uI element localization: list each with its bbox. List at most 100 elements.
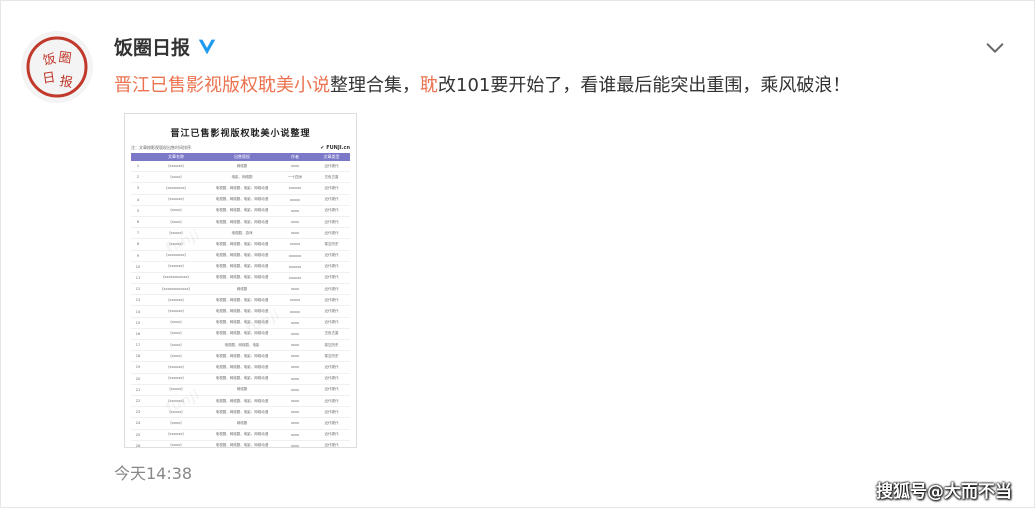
table-cell: 24: [131, 417, 145, 430]
table-cell: 近代现代: [313, 182, 350, 195]
table-row: 5 《xxxx》 电视剧、网络剧、电影、网络动漫 xxxx 近代现代: [131, 205, 350, 217]
table-cell: 近代现代: [313, 194, 350, 206]
author-name[interactable]: 饭圈日报: [114, 33, 190, 60]
table-cell: 《xxxx》: [145, 440, 207, 447]
table-cell: xxxx: [277, 373, 313, 385]
table-row: 8 《xxxxx》 电视剧、网络剧、电影、网络动漫 xxxxx 架空历史: [131, 238, 350, 251]
table-cell: 近代现代: [313, 440, 350, 447]
table-cell: 《xxxxxx》: [145, 373, 207, 385]
image-brand: ✔ FUNJI.cn: [320, 145, 350, 151]
table-cell: xxxx: [277, 328, 313, 341]
table-cell: 电视剧、游戏: [207, 227, 277, 240]
table-cell: 《xxxx》: [145, 339, 207, 352]
table-cell: 近代现代: [313, 261, 350, 273]
table-cell: 6: [131, 216, 145, 229]
table-cell: 电视剧、网络剧、电影、网络动漫: [207, 272, 277, 285]
table-cell: 电视剧、网络剧、电影、网络动漫: [207, 182, 277, 195]
table-cell: xxxx: [277, 350, 313, 363]
table-cell: 《xxxx》: [145, 417, 207, 430]
topic-link-2[interactable]: 耽: [420, 75, 438, 96]
table-cell: 网络剧: [207, 417, 277, 430]
table-cell: xxxxxx: [277, 182, 313, 195]
table-cell: 21: [131, 384, 145, 396]
table-cell: 《xxxxxx》: [145, 261, 207, 273]
table-cell: 网络剧: [207, 384, 277, 396]
verified-icon: [198, 39, 216, 54]
table-row: 13 《xxxxxx》 电视剧、网络剧、电影、网络动漫 xxxxx 近代现代: [131, 294, 350, 307]
table-cell: 架空历史: [313, 339, 350, 352]
table-cell: 近代现代: [313, 227, 350, 240]
table-header: 作者: [277, 153, 313, 161]
table-cell: 电视剧、网络剧、电影、网络动漫: [207, 361, 277, 374]
table-row: 12 《xxxxxxxxxxxx》 网络剧 xxxx 近代现代: [131, 283, 350, 296]
table-cell: 12: [131, 283, 145, 296]
table-cell: 近代现代: [313, 161, 350, 173]
table-cell: 《xxxx》: [145, 171, 207, 184]
table-cell: 近代现代: [313, 283, 350, 296]
table-cell: xxxx: [277, 205, 313, 217]
table-cell: xxxx: [277, 161, 313, 173]
avatar[interactable]: 饭 圈 日 报: [21, 31, 93, 103]
table-row: 3 《xxxxxxxx》 电视剧、网络剧、电影、网络动漫 xxxxxx 近代现代: [131, 182, 350, 195]
table-cell: 26: [131, 440, 145, 447]
topic-link[interactable]: 晋江已售影视版权耽美小说: [114, 75, 330, 96]
table-cell: 《xxxxxxxxxxxx》: [145, 283, 207, 296]
table-cell: 电影、网络剧: [207, 171, 277, 184]
table-cell: 近代现代: [313, 317, 350, 329]
table-row: 4 《xxxxxx》 电视剧、网络剧、电影、网络动漫 xxxxx 近代现代: [131, 194, 350, 206]
table-cell: 9: [131, 250, 145, 262]
table-cell: 《xxxx》: [145, 317, 207, 329]
table-cell: 电视剧、网络剧、电影、网络动漫: [207, 261, 277, 273]
table-cell: 7: [131, 227, 145, 240]
table-cell: 一十四洲: [277, 171, 313, 184]
table-cell: 电视剧、网络剧、电影、网络动漫: [207, 294, 277, 307]
table-row: 21 《xxxxx》 网络剧 xxxx 近代现代: [131, 384, 350, 396]
table-cell: 《xxxxxx》: [145, 194, 207, 206]
table-row: 11 《xxxxxxxxxxx》 电视剧、网络剧、电影、网络动漫 xxxxxx 近代现代: [131, 272, 350, 285]
table-cell: 20: [131, 373, 145, 385]
table-row: 14 《xxxxxx》 电视剧、网络剧、电影、网络动漫 xxxxx 近代现代: [131, 305, 350, 318]
table-cell: 《xxxxxx》: [145, 294, 207, 307]
table-cell: xxxx: [277, 417, 313, 430]
table-row: 1 《xxxxxx》 网络剧 xxxx 近代现代: [131, 161, 350, 173]
table-cell: 23: [131, 406, 145, 419]
table-cell: 15: [131, 317, 145, 329]
table-cell: xxxxx: [277, 294, 313, 307]
table-cell: 10: [131, 261, 145, 273]
author-row: 饭圈日报: [114, 33, 218, 60]
table-cell: xxxx: [277, 216, 313, 229]
table-cell: 电视剧、网络剧、电影、网络动漫: [207, 238, 277, 251]
avatar-logo: 饭 圈 日 报: [22, 32, 92, 102]
table-cell: xxxx: [277, 395, 313, 408]
table-row: 19 《xxxxxx》 电视剧、网络剧、电影、网络动漫 xxxx 近代现代: [131, 361, 350, 374]
table-header-index: [131, 153, 145, 161]
table-cell: xxxxxx: [277, 272, 313, 285]
table-cell: 古色古香: [313, 171, 350, 184]
post-time[interactable]: 今天14:38: [114, 460, 192, 484]
chevron-down-icon[interactable]: [984, 37, 1006, 59]
table-cell: xxxx: [277, 406, 313, 419]
post-image[interactable]: 晋江已售影视版权耽美小说整理 注：文章按影视版权出售时间排序 ✔ FUNJI.c…: [124, 113, 357, 448]
table-cell: 《xxxxxxxxxxx》: [145, 272, 207, 285]
table-cell: 5: [131, 205, 145, 217]
table-cell: 《xxxxxx》: [145, 361, 207, 374]
table-cell: 《xxxxxxxx》: [145, 250, 207, 262]
table-cell: 《xxxx》: [145, 328, 207, 341]
table-cell: 《xxxx》: [145, 350, 207, 363]
table-cell: 电视剧、网络剧、电影、网络动漫: [207, 429, 277, 441]
table-cell: xxxx: [277, 317, 313, 329]
table-row: 23 《xxxxx》 电视剧、网络剧、电影、网络动漫 xxxx 近代现代: [131, 406, 350, 419]
table-cell: 架空历史: [313, 238, 350, 251]
table-cell: 近代现代: [313, 305, 350, 318]
table-row: 20 《xxxxxx》 电视剧、网络剧、电影、网络动漫 xxxx 近代现代: [131, 373, 350, 385]
table-cell: 《xxxxx》: [145, 238, 207, 251]
table-cell: 电视剧、网络剧、电影: [207, 339, 277, 352]
table-cell: 《xxxxxx》: [145, 161, 207, 173]
post-text-part: 整理合集，: [330, 75, 420, 96]
table-cell: 网络剧: [207, 161, 277, 173]
table-cell: 电视剧、网络剧、电影、网络动漫: [207, 250, 277, 262]
table-cell: 17: [131, 339, 145, 352]
table-row: 2 《xxxx》 电影、网络剧 一十四洲 古色古香: [131, 171, 350, 184]
table-cell: 电视剧、网络剧、电影、网络动漫: [207, 216, 277, 229]
svg-text:日: 日: [41, 70, 56, 87]
